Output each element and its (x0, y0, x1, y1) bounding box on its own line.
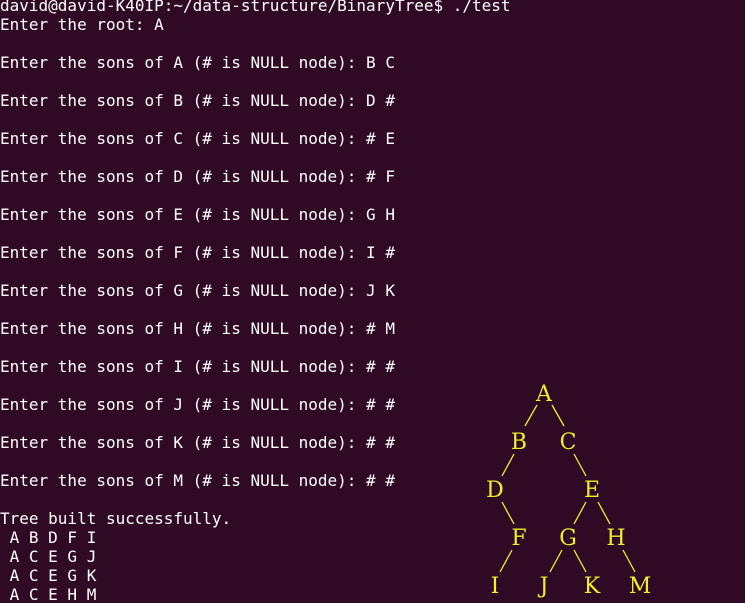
tree-edge (501, 453, 515, 477)
terminal-line: A C E G J (0, 547, 97, 566)
tree-node: H (606, 526, 625, 551)
terminal-line: Enter the sons of J (# is NULL node): # … (0, 395, 395, 414)
terminal-line: Enter the sons of A (# is NULL node): B … (0, 53, 395, 72)
tree-node: F (511, 526, 526, 551)
tree-edge (573, 501, 587, 525)
terminal-line: Enter the sons of D (# is NULL node): # … (0, 167, 395, 186)
tree-edge (551, 404, 565, 427)
tree-node: E (584, 478, 600, 503)
binary-tree-diagram: A B C D E F G H I J K M (486, 382, 652, 599)
tree-edge (597, 501, 611, 525)
tree-node: J (538, 574, 549, 599)
terminal-line: Enter the sons of M (# is NULL node): # … (0, 471, 395, 490)
tree-node: I (491, 574, 500, 599)
terminal-line: A C E H M (0, 585, 97, 603)
terminal-line: Enter the root: A (0, 15, 164, 34)
tree-node: A (535, 382, 553, 407)
tree-node: C (560, 430, 577, 455)
terminal-line: Enter the sons of E (# is NULL node): G … (0, 205, 395, 224)
terminal-line: david@david-K40IP:~/data-structure/Binar… (0, 0, 511, 15)
terminal-line: Enter the sons of H (# is NULL node): # … (0, 319, 395, 338)
tree-edge (524, 404, 538, 427)
tree-edge (549, 549, 563, 573)
tree-node: K (584, 574, 601, 599)
tree-edge (622, 549, 636, 573)
terminal-line: A B D F I (0, 528, 97, 547)
terminal-line: Enter the sons of C (# is NULL node): # … (0, 129, 395, 148)
tree-node: B (511, 430, 527, 455)
tree-node: D (486, 478, 504, 503)
tree-edge (573, 549, 587, 573)
terminal-line: Enter the sons of F (# is NULL node): I … (0, 243, 395, 262)
terminal-line: Tree built successfully. (0, 509, 232, 528)
tree-node: M (629, 574, 652, 599)
terminal-line: Enter the sons of I (# is NULL node): # … (0, 357, 395, 376)
tree-edge (573, 453, 587, 477)
tree-edge (501, 501, 515, 525)
terminal-line: Enter the sons of G (# is NULL node): J … (0, 281, 395, 300)
tree-edge (499, 549, 513, 573)
terminal-line: Enter the sons of K (# is NULL node): # … (0, 433, 395, 452)
tree-node: G (559, 526, 577, 551)
terminal-line: Enter the sons of B (# is NULL node): D … (0, 91, 395, 110)
terminal-line: A C E G K (0, 566, 97, 585)
